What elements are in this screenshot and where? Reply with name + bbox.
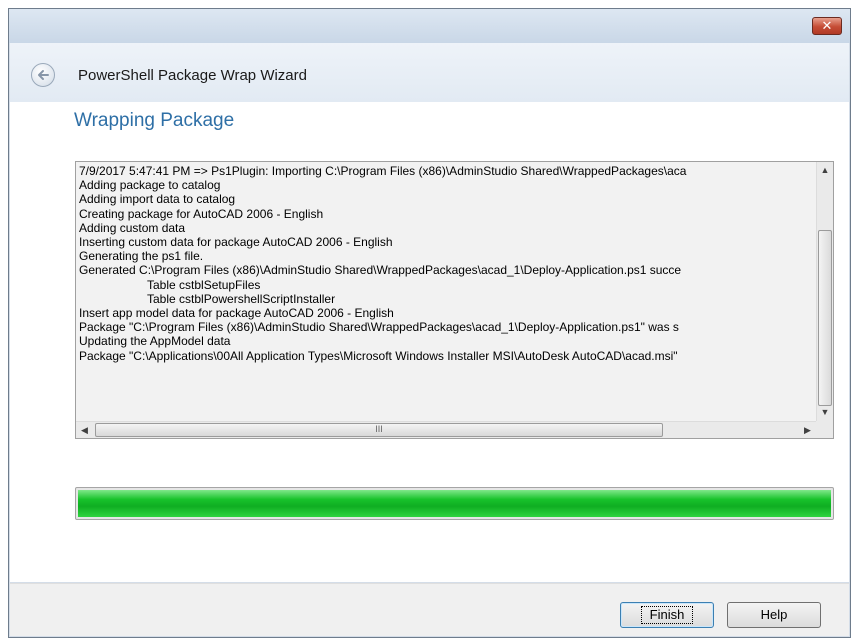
log-line: Table cstblPowershellScriptInstaller — [147, 291, 336, 306]
log-line: Adding package to catalog — [79, 178, 221, 193]
scroll-up-arrow-icon[interactable]: ▲ — [817, 162, 833, 179]
scroll-grip-icon: III — [375, 424, 383, 434]
log-line: Adding import data to catalog — [79, 192, 236, 207]
wizard-title: PowerShell Package Wrap Wizard — [78, 67, 307, 84]
log-line: Generating the ps1 file. — [79, 249, 204, 264]
log-line: Insert app model data for package AutoCA… — [79, 306, 394, 321]
wizard-window: ✕ PowerShell Package Wrap Wizard Wrappin… — [8, 8, 851, 638]
help-button[interactable]: Help — [727, 602, 821, 628]
title-bar: ✕ — [9, 9, 850, 43]
progress-bar — [75, 487, 834, 520]
close-icon: ✕ — [821, 18, 833, 33]
vertical-scroll-thumb[interactable] — [818, 230, 832, 406]
wizard-footer: Finish Help — [10, 583, 849, 636]
log-line: Package "C:\Applications\00All Applicati… — [79, 348, 678, 363]
scroll-right-arrow-icon[interactable]: ▶ — [799, 422, 816, 438]
log-text: 7/9/2017 5:47:41 PM => Ps1Plugin: Import… — [76, 162, 816, 421]
scrollbar-corner — [816, 421, 833, 438]
log-line: Adding custom data — [79, 220, 186, 235]
log-line: Table cstblSetupFiles — [147, 277, 261, 292]
help-button-label: Help — [760, 607, 788, 622]
horizontal-scrollbar[interactable]: ◀ III ▶ — [76, 421, 816, 438]
log-output[interactable]: 7/9/2017 5:47:41 PM => Ps1Plugin: Import… — [75, 161, 834, 439]
vertical-scrollbar[interactable]: ▲ ▼ — [816, 162, 833, 421]
progress-fill — [78, 490, 831, 517]
wizard-header: PowerShell Package Wrap Wizard — [10, 43, 849, 102]
log-line: Inserting custom data for package AutoCA… — [79, 235, 393, 250]
log-line: Generated C:\Program Files (x86)\AdminSt… — [79, 263, 682, 278]
log-line: Creating package for AutoCAD 2006 - Engl… — [79, 206, 324, 221]
page-heading: Wrapping Package — [74, 110, 235, 131]
horizontal-scroll-thumb[interactable]: III — [95, 423, 663, 437]
log-line: Package "C:\Program Files (x86)\AdminStu… — [79, 320, 679, 335]
back-button[interactable] — [31, 63, 55, 87]
finish-button[interactable]: Finish — [620, 602, 714, 628]
scroll-left-arrow-icon[interactable]: ◀ — [76, 422, 93, 438]
scroll-down-arrow-icon[interactable]: ▼ — [817, 404, 833, 421]
close-button[interactable]: ✕ — [812, 17, 842, 35]
back-arrow-icon — [38, 70, 49, 80]
finish-button-label: Finish — [640, 606, 694, 624]
log-line: Updating the AppModel data — [79, 334, 231, 349]
log-line: 7/9/2017 5:47:41 PM => Ps1Plugin: Import… — [79, 164, 687, 178]
